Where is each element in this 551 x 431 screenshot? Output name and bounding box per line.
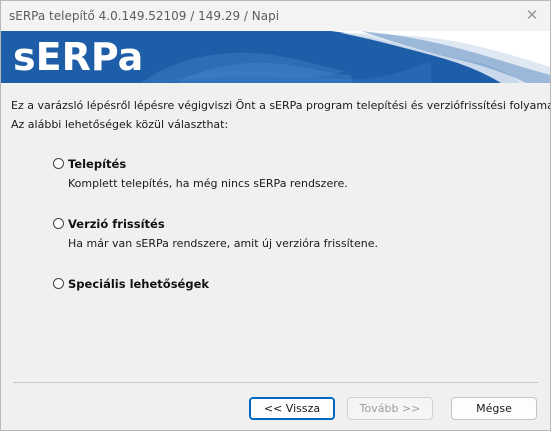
option-update-label[interactable]: Verzió frissítés [68, 217, 165, 231]
installer-window: sERPa telepítő 4.0.149.52109 / 149.29 / … [0, 0, 551, 431]
header-banner: sERPa [1, 31, 550, 83]
close-icon[interactable]: ✕ [520, 4, 544, 26]
intro-line-1: Ez a varázsló lépésről lépésre végigvisz… [11, 99, 551, 112]
option-update-description: Ha már van sERPa rendszere, amit új verz… [68, 237, 378, 250]
back-button[interactable]: << Vissza [249, 397, 335, 420]
option-install-label[interactable]: Telepítés [68, 157, 126, 171]
radio-install[interactable] [53, 158, 64, 169]
cancel-button[interactable]: Mégse [451, 397, 537, 420]
title-bar: sERPa telepítő 4.0.149.52109 / 149.29 / … [1, 1, 550, 31]
radio-update[interactable] [53, 218, 64, 229]
next-button[interactable]: Tovább >> [347, 397, 433, 420]
option-advanced-label[interactable]: Speciális lehetőségek [68, 277, 209, 291]
option-install-description: Komplett telepítés, ha még nincs sERPa r… [68, 177, 348, 190]
window-title: sERPa telepítő 4.0.149.52109 / 149.29 / … [9, 9, 280, 23]
intro-text: Ez a varázsló lépésről lépésre végigvisz… [11, 96, 551, 134]
footer-divider [13, 382, 538, 383]
intro-line-2: Az alábbi lehetőségek közül választhat: [11, 118, 229, 131]
radio-advanced[interactable] [53, 278, 64, 289]
serpa-logo: sERPa [13, 35, 144, 79]
